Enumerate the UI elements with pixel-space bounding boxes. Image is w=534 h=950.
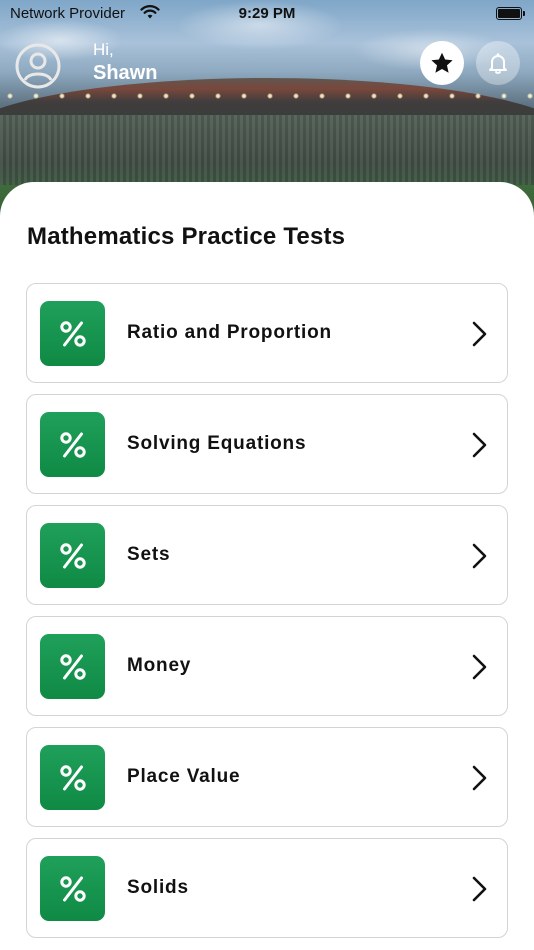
percent-icon — [40, 745, 105, 810]
test-card-label: Money — [127, 655, 192, 676]
test-card-money[interactable]: Money — [26, 616, 508, 716]
test-card-sets[interactable]: Sets — [26, 505, 508, 605]
test-card-solids[interactable]: Solids — [26, 838, 508, 938]
test-card-label: Sets — [127, 544, 171, 565]
test-card-solving-equations[interactable]: Solving Equations — [26, 394, 508, 494]
greeting-text: Hi, — [93, 40, 114, 59]
chevron-right-icon — [472, 321, 487, 347]
test-card-ratio-and-proportion[interactable]: Ratio and Proportion — [26, 283, 508, 383]
chevron-right-icon — [472, 765, 487, 791]
percent-icon — [40, 523, 105, 588]
test-card-place-value[interactable]: Place Value — [26, 727, 508, 827]
clock: 9:29 PM — [238, 5, 296, 22]
test-card-label: Ratio and Proportion — [127, 322, 332, 343]
user-name: Shawn — [93, 62, 158, 84]
percent-icon — [40, 634, 105, 699]
star-icon — [431, 52, 453, 73]
favorites-button[interactable] — [420, 41, 464, 85]
bell-icon — [489, 53, 507, 74]
chevron-right-icon — [472, 432, 487, 458]
chevron-right-icon — [472, 654, 487, 680]
chevron-right-icon — [472, 543, 487, 569]
user-circle-icon[interactable] — [14, 42, 62, 90]
percent-icon — [40, 856, 105, 921]
test-card-label: Solids — [127, 877, 189, 898]
percent-icon — [40, 412, 105, 477]
practice-test-list: Ratio and Proportion Solving Equations S… — [26, 283, 508, 949]
status-bar: Network Provider 9:29 PM — [0, 0, 534, 28]
test-card-label: Place Value — [127, 766, 241, 787]
notifications-button[interactable] — [476, 41, 520, 85]
test-card-label: Solving Equations — [127, 433, 307, 454]
percent-icon — [40, 301, 105, 366]
chevron-right-icon — [472, 876, 487, 902]
greeting-block: Hi, Shawn — [93, 40, 157, 86]
battery-icon — [496, 7, 525, 20]
page-title: Mathematics Practice Tests — [27, 223, 346, 250]
